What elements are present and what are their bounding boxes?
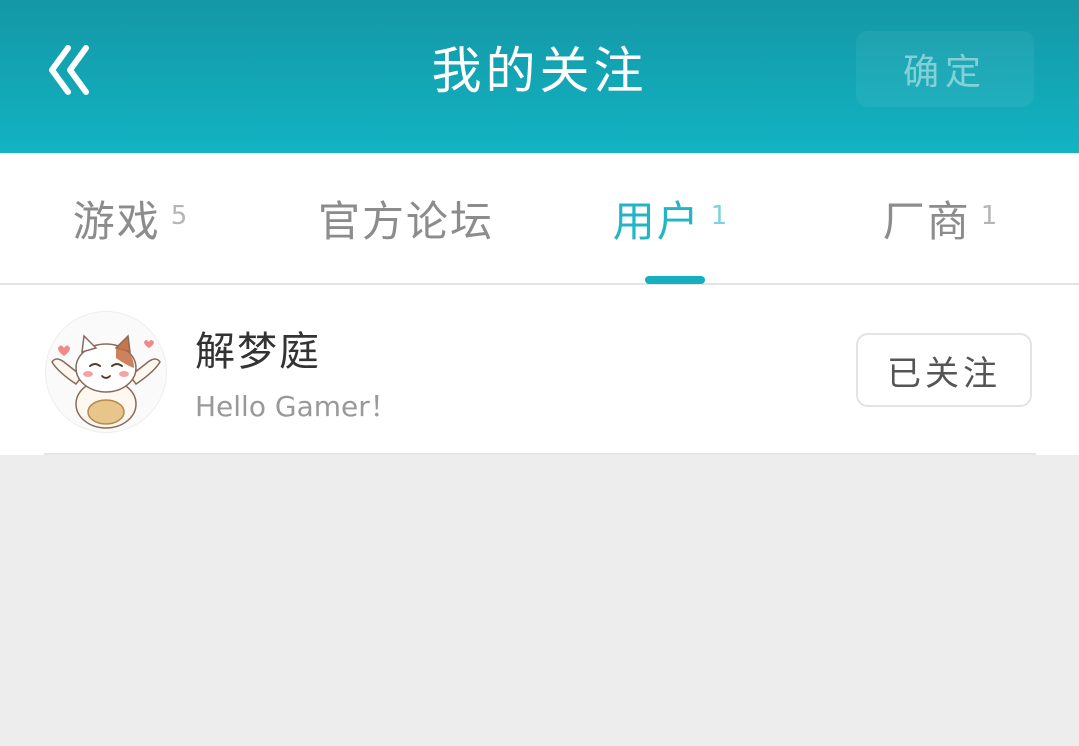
tab-users[interactable]: 用户 1 <box>590 153 750 283</box>
tab-vendors-count: 1 <box>980 201 998 231</box>
user-name[interactable]: 解梦庭 <box>195 319 321 377</box>
tab-games-label: 游戏 <box>72 196 161 246</box>
tab-official-forum-label: 官方论坛 <box>317 196 494 246</box>
tab-vendors-label: 厂商 <box>882 196 971 246</box>
avatar[interactable] <box>45 311 167 433</box>
tab-games[interactable]: 游戏 5 <box>40 153 220 283</box>
confirm-button[interactable]: 确定 <box>856 31 1034 107</box>
tab-vendors[interactable]: 厂商 1 <box>860 153 1020 283</box>
top-app-bar: 我的关注 确定 <box>0 0 1079 153</box>
tab-official-forum[interactable]: 官方论坛 <box>296 153 516 283</box>
tab-games-count: 5 <box>170 201 188 231</box>
active-tab-indicator <box>645 276 705 284</box>
following-button[interactable]: 已关注 <box>856 333 1032 407</box>
tab-users-label: 用户 <box>612 196 701 246</box>
tab-users-count: 1 <box>710 201 728 231</box>
list-item[interactable]: 解梦庭 Hello Gamer！ 已关注 <box>0 285 1079 455</box>
list-divider <box>44 453 1036 455</box>
category-tabs: 游戏 5 官方论坛 用户 1 厂商 1 <box>0 153 1079 285</box>
user-bio: Hello Gamer！ <box>195 390 398 423</box>
cat-avatar-icon <box>51 334 161 429</box>
